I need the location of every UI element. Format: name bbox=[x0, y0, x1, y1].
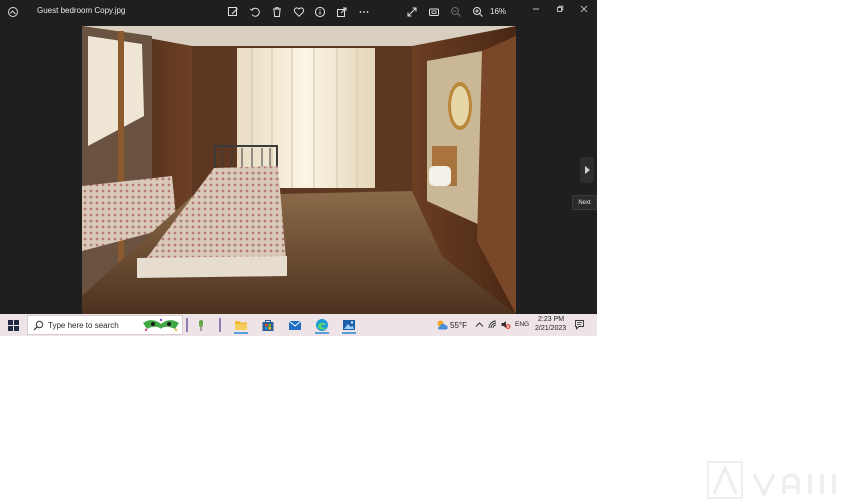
taskbar-divider bbox=[219, 318, 221, 332]
weather-icon[interactable] bbox=[433, 316, 451, 334]
close-icon[interactable] bbox=[572, 0, 596, 18]
next-arrow-button[interactable] bbox=[580, 157, 594, 183]
input-language[interactable]: ENG bbox=[515, 321, 529, 328]
bedroom-photo bbox=[82, 26, 516, 314]
network-icon[interactable] bbox=[487, 319, 498, 330]
info-icon[interactable] bbox=[311, 3, 329, 21]
search-icon bbox=[33, 320, 44, 331]
search-highlight-icon[interactable] bbox=[141, 317, 181, 333]
zoom-out-icon[interactable] bbox=[447, 3, 465, 21]
rotate-icon[interactable] bbox=[246, 3, 264, 21]
maximize-icon[interactable] bbox=[548, 0, 572, 18]
photos-app-icon bbox=[4, 3, 22, 21]
search-placeholder: Type here to search bbox=[48, 321, 119, 330]
edge-icon[interactable] bbox=[313, 316, 331, 334]
active-indicator bbox=[234, 332, 248, 334]
taskbar: Type here to search 55°F ENG 2:23 PM 2/2… bbox=[0, 314, 597, 336]
next-tooltip: Next bbox=[572, 195, 597, 210]
chevron-up-icon[interactable] bbox=[474, 319, 485, 330]
weather-temperature[interactable]: 55°F bbox=[450, 321, 467, 330]
fit-window-icon[interactable] bbox=[425, 3, 443, 21]
full-screen-icon[interactable] bbox=[403, 3, 421, 21]
zoom-in-icon[interactable] bbox=[469, 3, 487, 21]
photos-app-window: Guest bedroom Copy.jpg 16% Next Type her… bbox=[0, 0, 597, 336]
notifications-icon[interactable] bbox=[574, 319, 585, 330]
clock-date[interactable]: 2/21/2023 bbox=[535, 325, 566, 332]
zoom-level[interactable]: 16% bbox=[490, 7, 506, 16]
minimize-icon[interactable] bbox=[524, 0, 548, 18]
store-icon[interactable] bbox=[259, 316, 277, 334]
delete-icon[interactable] bbox=[268, 3, 286, 21]
share-icon[interactable] bbox=[333, 3, 351, 21]
volume-icon[interactable] bbox=[500, 319, 511, 330]
edit-image-icon[interactable] bbox=[224, 3, 242, 21]
file-explorer-icon[interactable] bbox=[232, 316, 250, 334]
mail-icon[interactable] bbox=[286, 316, 304, 334]
watermark-logo bbox=[707, 461, 836, 499]
photos-icon[interactable] bbox=[340, 316, 358, 334]
windows-start-icon[interactable] bbox=[5, 317, 21, 333]
clock-time[interactable]: 2:23 PM bbox=[538, 316, 564, 323]
window-title: Guest bedroom Copy.jpg bbox=[37, 6, 126, 15]
taskbar-search-box[interactable]: Type here to search bbox=[27, 315, 183, 335]
active-indicator bbox=[342, 332, 356, 334]
title-bar: Guest bedroom Copy.jpg 16% bbox=[0, 0, 597, 24]
chevron-right-icon bbox=[585, 166, 590, 174]
tray-pin-icon[interactable] bbox=[192, 316, 210, 334]
active-indicator bbox=[315, 332, 329, 334]
favorite-icon[interactable] bbox=[290, 3, 308, 21]
more-icon[interactable] bbox=[355, 3, 373, 21]
taskbar-divider bbox=[186, 318, 188, 332]
